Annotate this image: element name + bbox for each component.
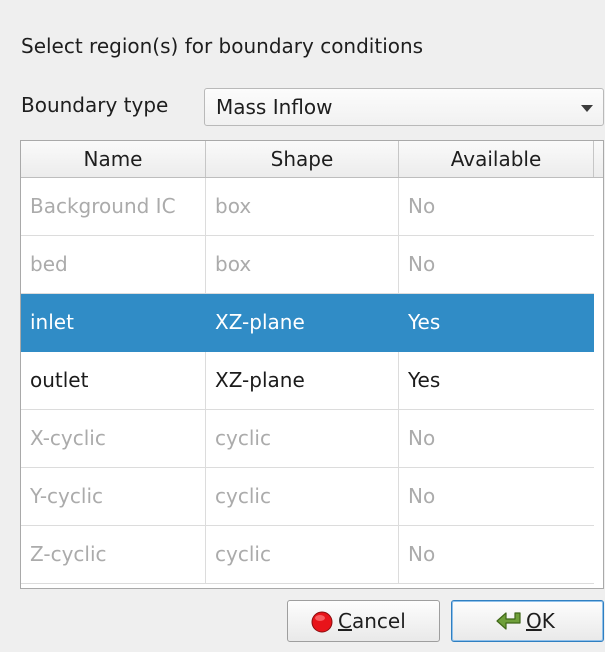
table-row[interactable]: outlet XZ-plane Yes (21, 352, 594, 410)
cell-name: Y-cyclic (21, 468, 206, 525)
cell-name: Background IC (21, 178, 206, 235)
cell-name: outlet (21, 352, 206, 409)
cell-available: No (408, 194, 436, 218)
cell-shape: box (206, 236, 399, 293)
ok-arrow-icon (496, 612, 521, 630)
cell-shape: cyclic (206, 468, 399, 525)
table-row[interactable]: inlet XZ-plane Yes (21, 294, 594, 352)
cancel-icon (311, 611, 333, 633)
column-header-available[interactable]: Available (399, 141, 594, 177)
table-row[interactable]: bed box No (21, 236, 594, 294)
table-row[interactable]: Z-cyclic cyclic No (21, 526, 594, 584)
cell-available: No (408, 252, 436, 276)
boundary-type-combobox[interactable]: Mass Inflow (204, 88, 604, 126)
cell-shape: cyclic (206, 526, 399, 583)
cell-shape: box (206, 178, 399, 235)
cancel-button-label: Cancel (338, 609, 406, 633)
cell-shape: cyclic (206, 410, 399, 467)
cell-shape: XZ-plane (206, 294, 399, 351)
column-header-name[interactable]: Name (21, 141, 206, 177)
ok-button-label: OK (526, 609, 555, 633)
regions-table[interactable]: Name Shape Available Background IC box No b… (20, 140, 604, 589)
boundary-type-value: Mass Inflow (216, 95, 333, 119)
cancel-button[interactable]: Cancel (287, 600, 440, 642)
cell-available: No (408, 426, 436, 450)
table-header: Name Shape Available (21, 141, 603, 178)
cell-name: X-cyclic (21, 410, 206, 467)
cell-name: bed (21, 236, 206, 293)
prompt-label: Select region(s) for boundary conditions (21, 34, 424, 58)
chevron-down-icon (581, 105, 593, 112)
ok-button[interactable]: OK (451, 600, 604, 642)
cell-available: Yes (408, 310, 441, 334)
boundary-type-label: Boundary type (21, 93, 169, 117)
table-row[interactable]: X-cyclic cyclic No (21, 410, 594, 468)
cell-available: No (408, 484, 436, 508)
column-header-shape[interactable]: Shape (206, 141, 399, 177)
cell-shape: XZ-plane (206, 352, 399, 409)
table-row[interactable]: Y-cyclic cyclic No (21, 468, 594, 526)
table-row[interactable]: Background IC box No (21, 178, 594, 236)
cell-available: No (408, 542, 436, 566)
cell-name: inlet (21, 294, 206, 351)
cell-available: Yes (408, 368, 441, 392)
cell-name: Z-cyclic (21, 526, 206, 583)
